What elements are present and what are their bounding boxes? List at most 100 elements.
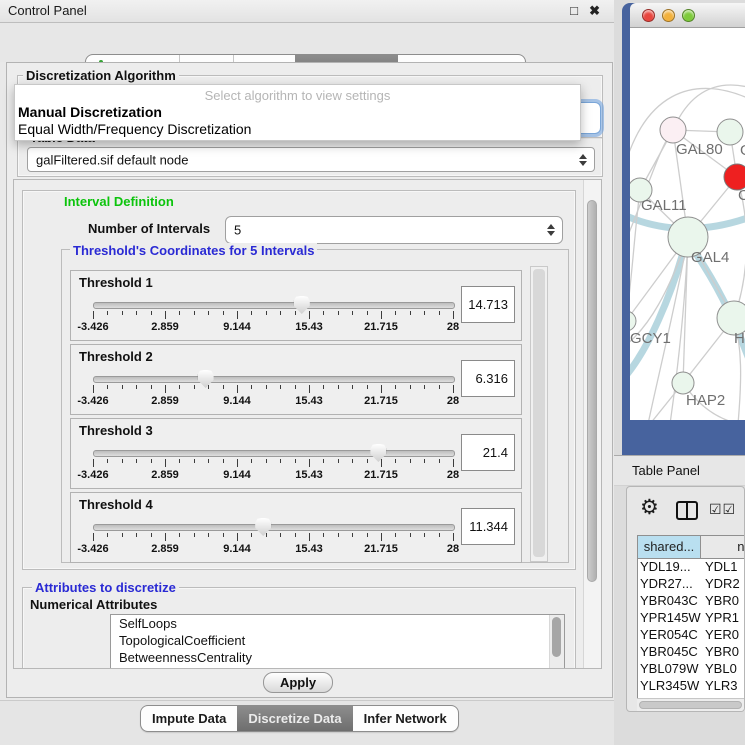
bottom-tab-impute-data[interactable]: Impute Data [141,706,237,731]
scrollbar-thumb[interactable] [552,617,561,657]
mac-zoom-button[interactable] [682,9,695,22]
cell-shared-name[interactable]: YDR27... [638,576,701,593]
cell-name[interactable]: YER0 [701,627,745,644]
slider-ruler: -3.4262.8599.14415.4321.71528 [93,385,453,409]
float-window-button[interactable]: □ [570,3,578,18]
scrollbar-thumb[interactable] [533,269,545,557]
threshold-value-field[interactable]: 21.4 [461,434,515,471]
tick-label: 2.859 [151,543,179,555]
tick-mark [280,459,281,463]
columns-icon[interactable] [676,501,698,520]
column-header-shared-name[interactable]: shared... [638,536,701,559]
threshold-slider-track[interactable] [93,376,455,383]
tick-mark [295,385,296,389]
mac-close-button[interactable] [642,9,655,22]
cell-name[interactable]: YLR3 [701,678,745,695]
tick-mark [309,385,310,393]
cell-name[interactable]: YBL0 [701,661,745,678]
cell-shared-name[interactable]: YBR045C [638,644,701,661]
cell-name[interactable]: YBR0 [701,644,745,661]
tick-mark [251,459,252,463]
tick-mark [453,385,454,393]
network-node-gcy1[interactable] [630,311,636,331]
cell-name[interactable]: YDR2 [701,576,745,593]
threshold-list-scrollbar[interactable] [530,266,548,562]
tick-label: 2.859 [151,469,179,481]
tick-mark [367,459,368,463]
attribute-list-item[interactable]: TopologicalCoefficient [111,632,564,649]
algorithm-option-equal-width[interactable]: Equal Width/Frequency Discretization [18,121,251,137]
tick-mark [194,533,195,537]
number-of-intervals-combobox[interactable]: 5 [225,216,563,244]
cell-shared-name[interactable]: YLR345W [638,678,701,695]
table-row[interactable]: YPR145WYPR1 [638,610,745,627]
numerical-attributes-list[interactable]: SelfLoopsTopologicalCoefficientBetweenne… [110,614,565,669]
tick-mark [237,385,238,393]
cell-name[interactable]: YPR1 [701,610,745,627]
threshold-label: Threshold 4 [79,497,153,512]
tick-mark [280,385,281,389]
gear-icon[interactable]: ⚙ [640,495,659,520]
table-row[interactable]: YDL19...YDL1 [638,559,745,576]
network-edge-thick[interactable] [630,242,686,380]
node-label-g: G [740,142,745,159]
cell-shared-name[interactable]: YBL079W [638,661,701,678]
column-header-name[interactable]: na [701,536,745,559]
mac-minimize-button[interactable] [662,9,675,22]
threshold-value-field[interactable]: 14.713 [461,286,515,323]
attribute-list-item[interactable]: BetweennessCentrality [111,649,564,666]
close-window-button[interactable]: ✖ [589,3,600,19]
cell-name[interactable]: YBR0 [701,593,745,610]
tick-mark [453,533,454,541]
scrollbar-thumb[interactable] [639,701,742,709]
tick-mark [266,385,267,389]
checkbox-filter-icon[interactable]: ☑☑ [709,501,736,518]
table-row[interactable]: YBL079WYBL0 [638,661,745,678]
table-row[interactable]: YDR27...YDR2 [638,576,745,593]
cell-shared-name[interactable]: YBR043C [638,593,701,610]
bottom-tab-discretize-data[interactable]: Discretize Data [237,706,352,731]
threshold-slider-track[interactable] [93,524,455,531]
cell-shared-name[interactable]: YER054C [638,627,701,644]
tick-mark [295,533,296,537]
network-node-hap2[interactable] [672,372,694,394]
table-header-row: shared... na [638,536,745,559]
tick-mark [395,311,396,315]
tick-label: 15.43 [295,395,323,407]
threshold-label: Threshold 2 [79,349,153,364]
cell-shared-name[interactable]: YDL19... [638,559,701,576]
scrollbar-thumb[interactable] [587,200,597,582]
table-row[interactable]: YBR043CYBR0 [638,593,745,610]
attributes-list-scrollbar[interactable] [549,615,564,669]
attribute-list-item[interactable]: SelfLoops [111,615,564,632]
threshold-slider-track[interactable] [93,302,455,309]
tick-mark [136,385,137,389]
network-canvas[interactable]: GAL80GCGAL11GAL4GCY1HHAP2 [630,28,745,420]
cell-name[interactable]: YDL1 [701,559,745,576]
table-row[interactable]: YER054CYER0 [638,627,745,644]
tick-mark [439,459,440,463]
tick-mark [352,533,353,537]
settings-vertical-scrollbar[interactable] [583,180,601,668]
network-node-gal80[interactable] [660,117,686,143]
table-data-combobox[interactable]: galFiltered.sif default node [27,147,595,172]
threshold-value-field[interactable]: 6.316 [461,360,515,397]
tick-mark [381,533,382,541]
tick-mark [107,385,108,389]
cell-shared-name[interactable]: YPR145W [638,610,701,627]
table-panel-titlebar: Table Panel [614,455,745,486]
tick-mark [165,311,166,319]
table-row[interactable]: YLR345WYLR3 [638,678,745,695]
apply-button[interactable]: Apply [263,672,333,693]
table-horizontal-scrollbar[interactable] [637,698,745,711]
threshold-value-field[interactable]: 11.344 [461,508,515,545]
threshold-slider-track[interactable] [93,450,455,457]
tick-mark [237,311,238,319]
algorithm-option-manual[interactable]: Manual Discretization [18,104,162,120]
tick-label: 15.43 [295,469,323,481]
tick-mark [251,385,252,389]
tick-label: 9.144 [223,543,251,555]
bottom-tab-infer-network[interactable]: Infer Network [353,706,458,731]
table-row[interactable]: YBR045CYBR0 [638,644,745,661]
tick-mark [453,459,454,467]
